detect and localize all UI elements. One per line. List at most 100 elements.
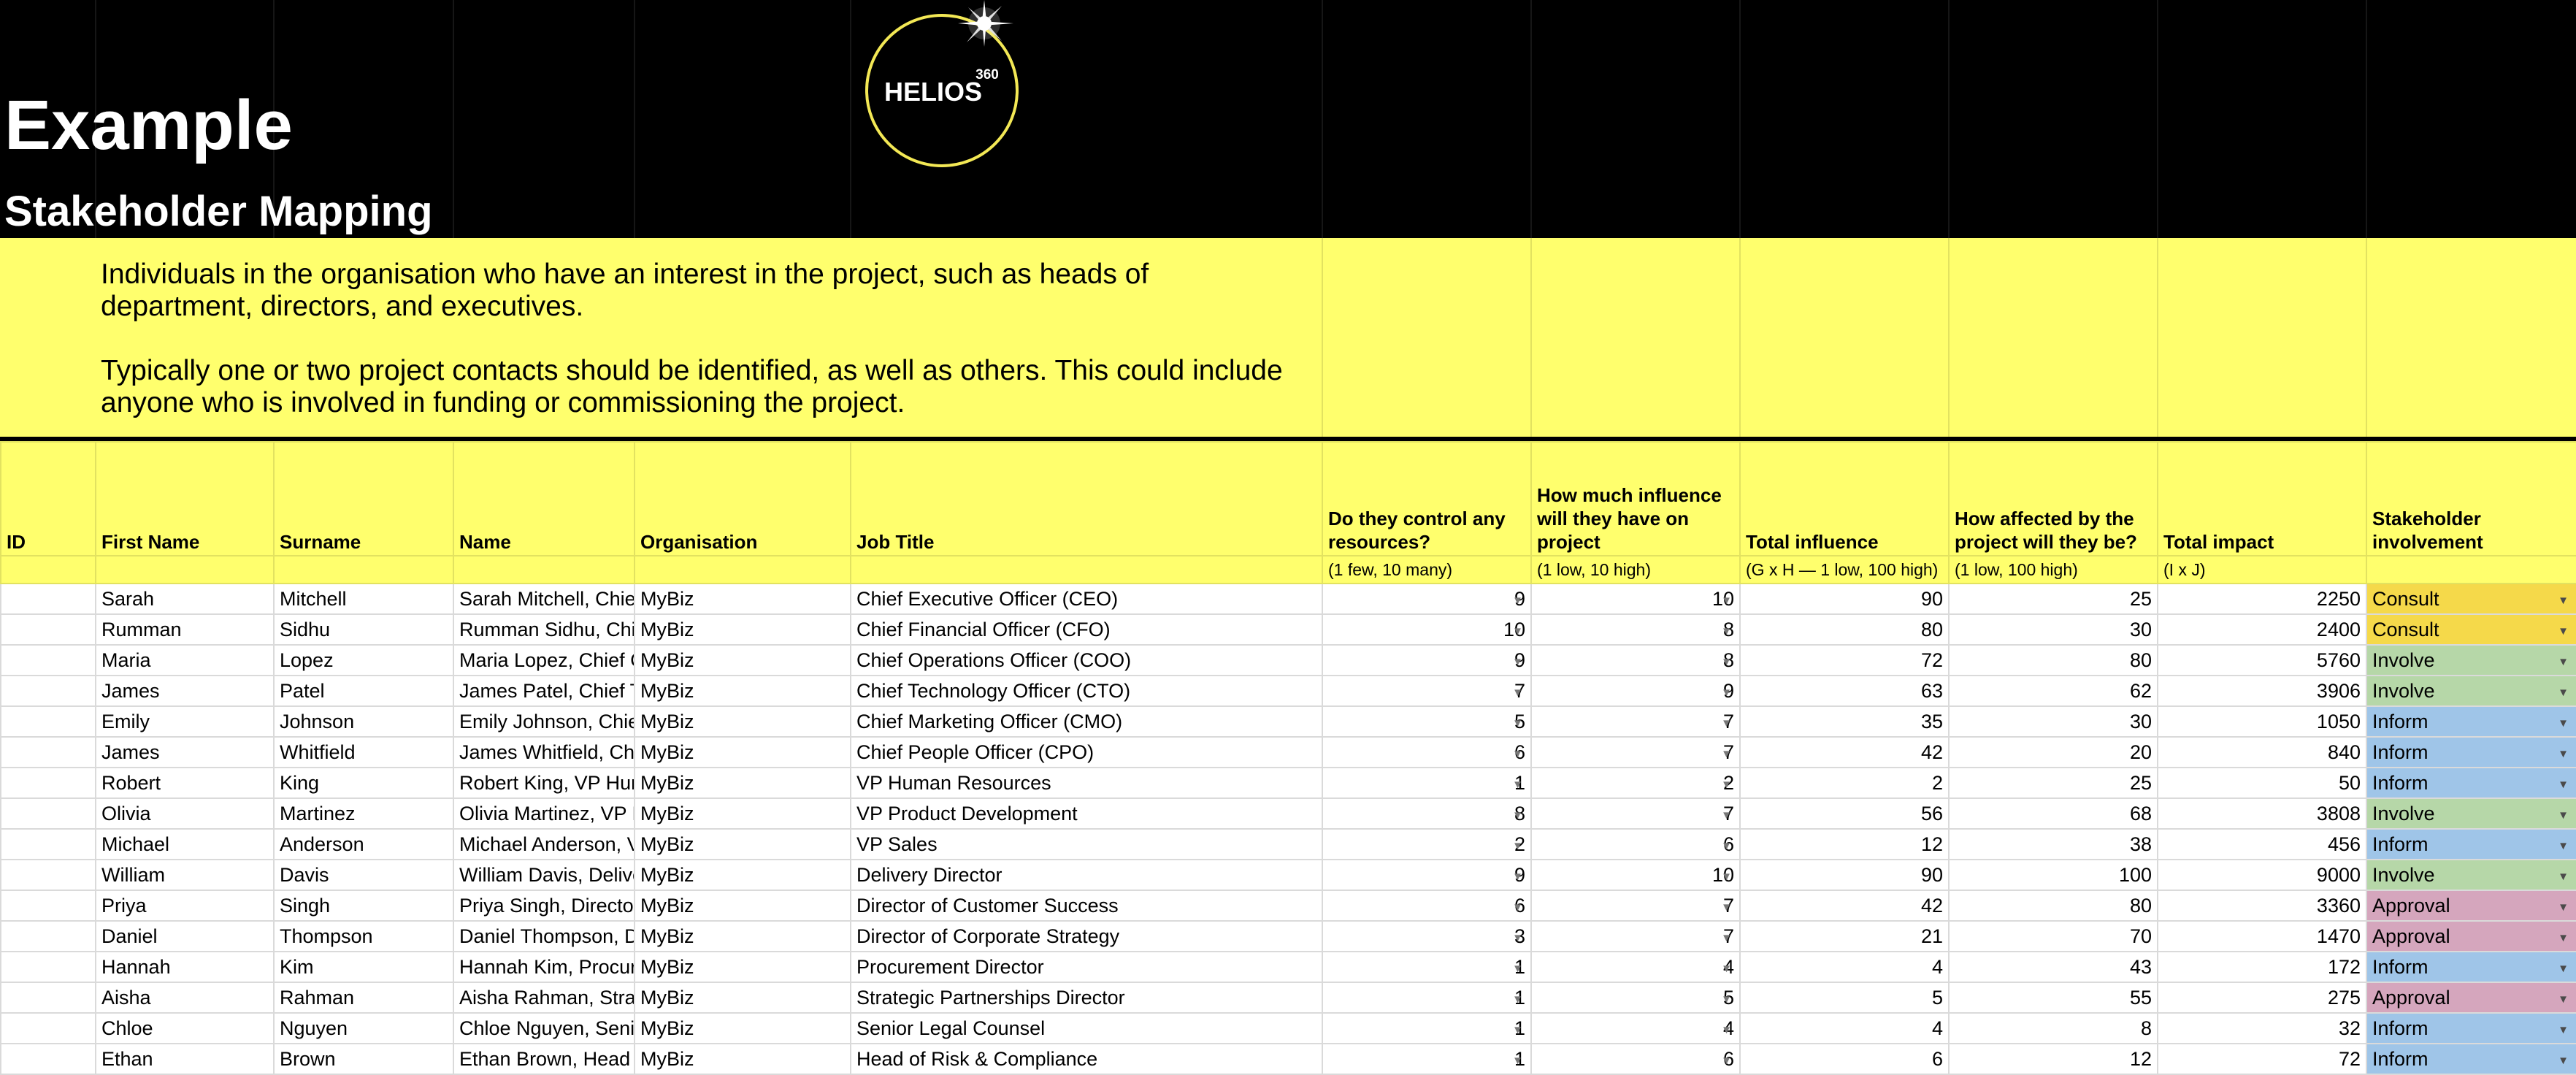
- cell-id[interactable]: [0, 736, 96, 768]
- cell-name[interactable]: William Davis, Delive: [453, 859, 635, 891]
- column-header-total-impact[interactable]: Total impact: [2157, 441, 2367, 556]
- cell-influence-dropdown[interactable]: 8 ▼: [1530, 644, 1741, 676]
- column-header-involvement[interactable]: Stakeholder involvement: [2366, 441, 2576, 556]
- cell-affected[interactable]: 80: [1948, 890, 2158, 922]
- cell-total-impact[interactable]: 9000: [2157, 859, 2367, 891]
- dropdown-arrow-icon[interactable]: ▼: [1721, 748, 1732, 760]
- column-header-surname[interactable]: Surname: [273, 441, 454, 556]
- scale-cell[interactable]: [634, 555, 851, 584]
- cell-resources-dropdown[interactable]: 8 ▼: [1322, 797, 1532, 830]
- cell-total-influence[interactable]: 90: [1739, 859, 1950, 891]
- cell-affected[interactable]: 30: [1948, 705, 2158, 738]
- cell-surname[interactable]: Kim: [273, 951, 454, 983]
- cell-involvement-dropdown[interactable]: Approval ▼: [2366, 890, 2576, 922]
- cell-influence-dropdown[interactable]: 7 ▼: [1530, 797, 1741, 830]
- cell-first-name[interactable]: Robert: [95, 767, 275, 799]
- cell-first-name[interactable]: Priya: [95, 890, 275, 922]
- cell-affected[interactable]: 25: [1948, 767, 2158, 799]
- cell-total-influence[interactable]: 6: [1739, 1043, 1950, 1075]
- cell-surname[interactable]: Brown: [273, 1043, 454, 1075]
- dropdown-arrow-icon[interactable]: ▼: [1512, 594, 1523, 607]
- cell-involvement-dropdown[interactable]: Involve ▼: [2366, 644, 2576, 676]
- dropdown-arrow-icon[interactable]: ▼: [1721, 625, 1732, 638]
- cell-job-title[interactable]: Chief Technology Officer (CTO): [850, 675, 1323, 707]
- cell-organisation[interactable]: MyBiz: [634, 951, 851, 983]
- cell-resources-dropdown[interactable]: 1 ▼: [1322, 1012, 1532, 1044]
- cell-resources-dropdown[interactable]: 9 ▼: [1322, 644, 1532, 676]
- cell-affected[interactable]: 55: [1948, 982, 2158, 1014]
- cell-first-name[interactable]: Maria: [95, 644, 275, 676]
- cell-organisation[interactable]: MyBiz: [634, 859, 851, 891]
- cell-organisation[interactable]: MyBiz: [634, 828, 851, 860]
- dropdown-arrow-icon[interactable]: ▼: [1721, 717, 1732, 730]
- dropdown-arrow-icon[interactable]: ▼: [2558, 963, 2569, 975]
- dropdown-arrow-icon[interactable]: ▼: [1512, 656, 1523, 668]
- dropdown-arrow-icon[interactable]: ▼: [1512, 963, 1523, 975]
- cell-surname[interactable]: Thompson: [273, 920, 454, 952]
- cell-first-name[interactable]: Sarah: [95, 583, 275, 615]
- cell-organisation[interactable]: MyBiz: [634, 613, 851, 646]
- cell-name[interactable]: Daniel Thompson, D: [453, 920, 635, 952]
- dropdown-arrow-icon[interactable]: ▼: [2558, 809, 2569, 822]
- cell-affected[interactable]: 25: [1948, 583, 2158, 615]
- dropdown-arrow-icon[interactable]: ▼: [2558, 840, 2569, 852]
- cell-influence-dropdown[interactable]: 2 ▼: [1530, 767, 1741, 799]
- cell-surname[interactable]: Patel: [273, 675, 454, 707]
- scale-cell[interactable]: [273, 555, 454, 584]
- cell-resources-dropdown[interactable]: 1 ▼: [1322, 951, 1532, 983]
- cell-id[interactable]: [0, 675, 96, 707]
- cell-id[interactable]: [0, 613, 96, 646]
- dropdown-arrow-icon[interactable]: ▼: [1721, 1055, 1732, 1067]
- scale-total-impact[interactable]: (I x J): [2157, 555, 2367, 584]
- dropdown-arrow-icon[interactable]: ▼: [2558, 748, 2569, 760]
- cell-first-name[interactable]: Hannah: [95, 951, 275, 983]
- dropdown-arrow-icon[interactable]: ▼: [1512, 1024, 1523, 1036]
- cell-resources-dropdown[interactable]: 1 ▼: [1322, 982, 1532, 1014]
- cell-job-title[interactable]: Senior Legal Counsel: [850, 1012, 1323, 1044]
- column-header-job-title[interactable]: Job Title: [850, 441, 1323, 556]
- cell-surname[interactable]: Sidhu: [273, 613, 454, 646]
- cell-influence-dropdown[interactable]: 9 ▼: [1530, 675, 1741, 707]
- scale-affected[interactable]: (1 low, 100 high): [1948, 555, 2158, 584]
- dropdown-arrow-icon[interactable]: ▼: [2558, 625, 2569, 638]
- cell-surname[interactable]: Anderson: [273, 828, 454, 860]
- cell-organisation[interactable]: MyBiz: [634, 675, 851, 707]
- scale-cell[interactable]: [850, 555, 1323, 584]
- cell-resources-dropdown[interactable]: 6 ▼: [1322, 736, 1532, 768]
- scale-influence[interactable]: (1 low, 10 high): [1530, 555, 1741, 584]
- cell-name[interactable]: Michael Anderson, V: [453, 828, 635, 860]
- cell-affected[interactable]: 62: [1948, 675, 2158, 707]
- cell-job-title[interactable]: Procurement Director: [850, 951, 1323, 983]
- cell-name[interactable]: Priya Singh, Director: [453, 890, 635, 922]
- dropdown-arrow-icon[interactable]: ▼: [1512, 686, 1523, 699]
- cell-resources-dropdown[interactable]: 10 ▼: [1322, 613, 1532, 646]
- cell-resources-dropdown[interactable]: 6 ▼: [1322, 890, 1532, 922]
- dropdown-arrow-icon[interactable]: ▼: [1512, 1055, 1523, 1067]
- cell-involvement-dropdown[interactable]: Involve ▼: [2366, 859, 2576, 891]
- cell-job-title[interactable]: VP Sales: [850, 828, 1323, 860]
- scale-cell[interactable]: [0, 555, 96, 584]
- cell-involvement-dropdown[interactable]: Inform ▼: [2366, 705, 2576, 738]
- dropdown-arrow-icon[interactable]: ▼: [1721, 963, 1732, 975]
- cell-id[interactable]: [0, 1043, 96, 1075]
- dropdown-arrow-icon[interactable]: ▼: [1512, 717, 1523, 730]
- column-header-affected[interactable]: How affected by the project will they be…: [1948, 441, 2158, 556]
- cell-first-name[interactable]: James: [95, 675, 275, 707]
- dropdown-arrow-icon[interactable]: ▼: [2558, 1055, 2569, 1067]
- dropdown-arrow-icon[interactable]: ▼: [1721, 809, 1732, 822]
- cell-total-impact[interactable]: 840: [2157, 736, 2367, 768]
- cell-resources-dropdown[interactable]: 7 ▼: [1322, 675, 1532, 707]
- cell-name[interactable]: Sarah Mitchell, Chief: [453, 583, 635, 615]
- cell-resources-dropdown[interactable]: 9 ▼: [1322, 859, 1532, 891]
- cell-surname[interactable]: Johnson: [273, 705, 454, 738]
- cell-organisation[interactable]: MyBiz: [634, 705, 851, 738]
- cell-total-influence[interactable]: 72: [1739, 644, 1950, 676]
- cell-organisation[interactable]: MyBiz: [634, 644, 851, 676]
- cell-id[interactable]: [0, 982, 96, 1014]
- cell-total-impact[interactable]: 275: [2157, 982, 2367, 1014]
- cell-total-impact[interactable]: 5760: [2157, 644, 2367, 676]
- cell-total-influence[interactable]: 35: [1739, 705, 1950, 738]
- cell-name[interactable]: Olivia Martinez, VP F: [453, 797, 635, 830]
- cell-name[interactable]: Aisha Rahman, Strat: [453, 982, 635, 1014]
- cell-total-influence[interactable]: 63: [1739, 675, 1950, 707]
